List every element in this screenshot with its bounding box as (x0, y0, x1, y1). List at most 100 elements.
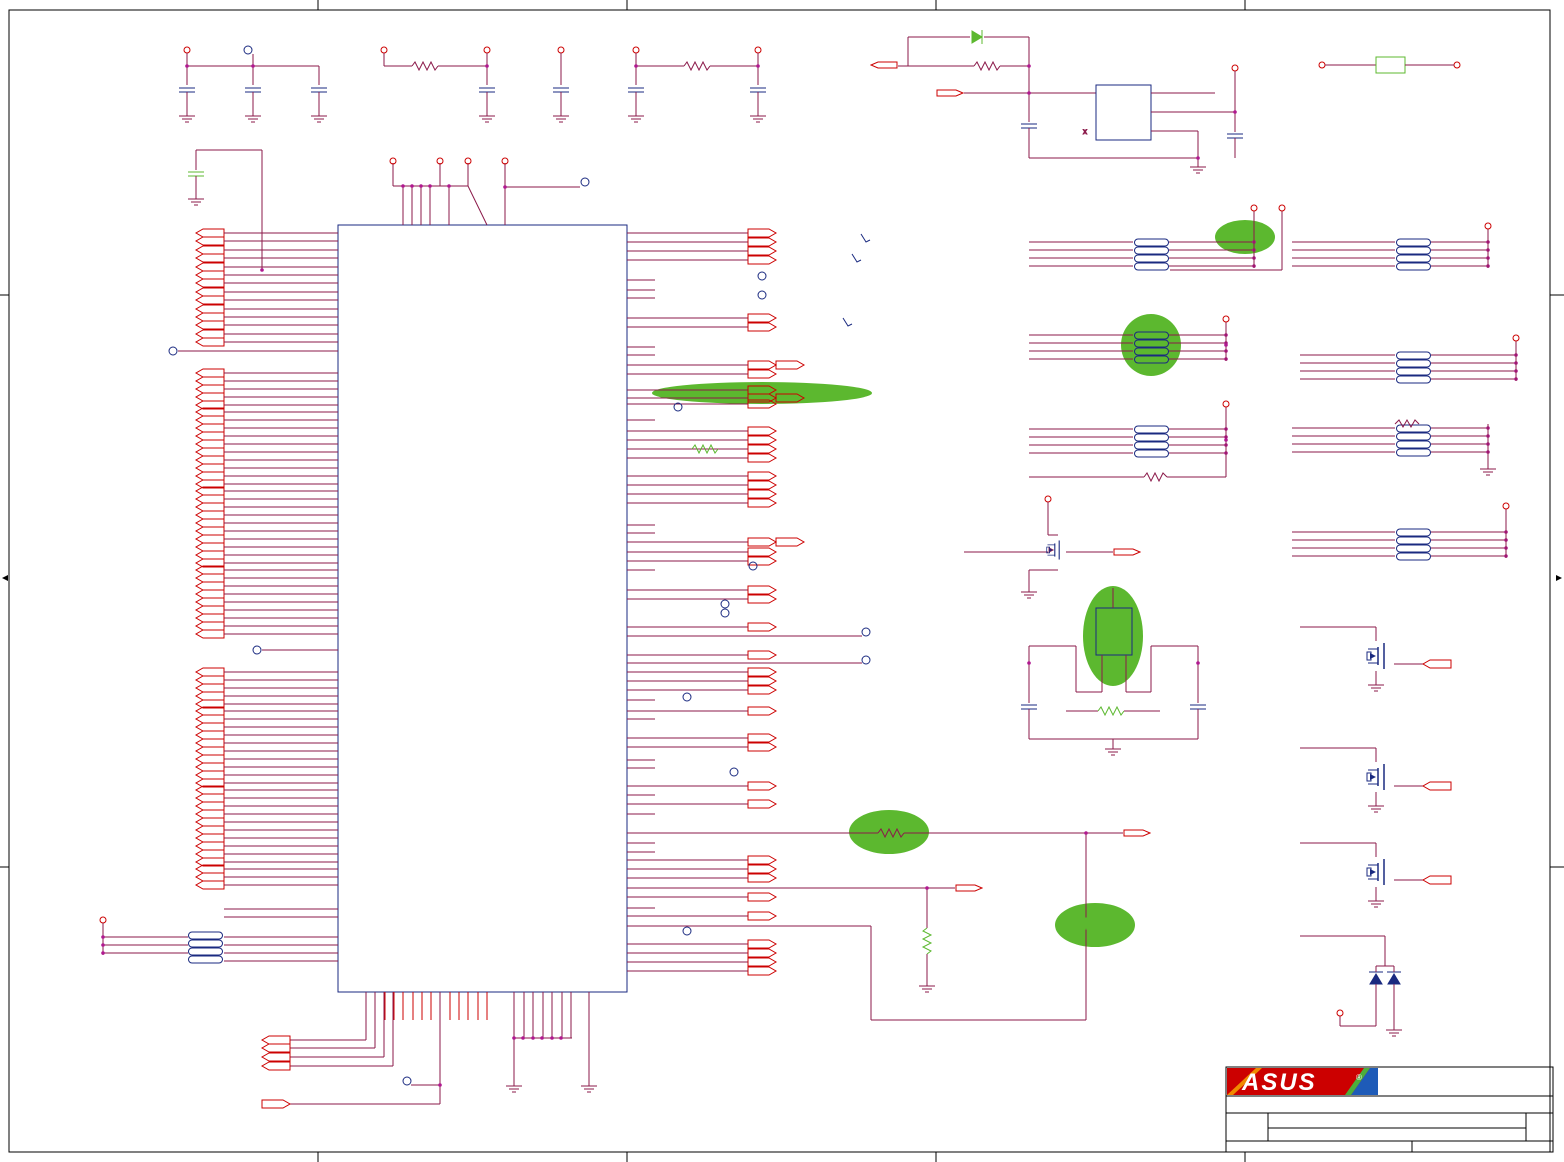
left-signal-bus (178, 228, 338, 890)
highlight-marker (1215, 220, 1275, 254)
net-port-icon (194, 542, 225, 552)
net-port-icon (194, 526, 225, 536)
capacitor-icon (1021, 704, 1037, 710)
test-point-icon (729, 767, 739, 777)
capacitor-icon (311, 87, 327, 93)
net-port-icon (775, 537, 806, 547)
ground-icon (1367, 681, 1385, 692)
resistor-icon (683, 60, 711, 72)
net-port-icon (194, 392, 225, 402)
net-port-icon (194, 431, 225, 441)
net-port-icon (1421, 781, 1452, 791)
mosfet-icon (1366, 858, 1385, 886)
ground-icon (505, 1082, 523, 1093)
net-port-icon (194, 447, 225, 457)
capacitor-icon (179, 87, 195, 93)
test-point-icon (757, 290, 767, 300)
capacitor-icon (1227, 133, 1243, 139)
net-port-icon (194, 738, 225, 748)
bottom-left-rpack (99, 908, 338, 964)
test-point-icon (682, 926, 692, 936)
resistor-pack-icon (1395, 528, 1432, 561)
test-point-icon (252, 645, 262, 655)
net-port-icon (194, 691, 225, 701)
mosfet-icon (1366, 763, 1385, 791)
mosfet-icon (1366, 642, 1385, 670)
net-port-icon (747, 676, 778, 686)
brand-logo: ASUS ® (1227, 1068, 1378, 1096)
decoupling-caps-group-1 (178, 45, 328, 123)
net-port-icon (194, 809, 225, 819)
net-port-icon (194, 730, 225, 740)
net-port-icon (747, 622, 778, 632)
capacitor-icon (1021, 123, 1037, 129)
net-port-icon (194, 841, 225, 851)
resistor-icon (1375, 56, 1406, 74)
resistor-icon (1097, 705, 1125, 717)
net-port-icon (747, 480, 778, 490)
resistor-pack-icon (1395, 351, 1432, 384)
net-port-icon (194, 415, 225, 425)
net-port-icon (747, 489, 778, 499)
net-port-icon (194, 423, 225, 433)
test-point-icon (748, 561, 758, 571)
net-port-icon (260, 1043, 291, 1053)
top-right-resistor (1318, 56, 1461, 74)
net-port-icon (747, 444, 778, 454)
net-port-icon (194, 518, 225, 528)
net-port-icon (194, 320, 225, 330)
ic-power-pins (389, 157, 590, 226)
diode-icon (1369, 971, 1383, 985)
net-port-icon (194, 621, 225, 631)
net-port-icon (194, 833, 225, 843)
net-port-icon (194, 312, 225, 322)
net-port-icon (194, 754, 225, 764)
test-point-icon (682, 692, 692, 702)
net-port-icon (747, 453, 778, 463)
ground-icon (1479, 465, 1497, 476)
net-port-icon (194, 675, 225, 685)
net-port-icon (747, 369, 778, 379)
resistor-pack-array (1029, 204, 1520, 561)
net-port-icon (194, 793, 225, 803)
net-port-icon (194, 722, 225, 732)
net-port-icon (747, 471, 778, 481)
test-point-icon (168, 346, 178, 356)
net-port-icon (747, 360, 778, 370)
net-port-icon (747, 585, 778, 595)
net-port-icon (747, 313, 778, 323)
ground-icon (1367, 897, 1385, 908)
net-port-icon (194, 746, 225, 756)
ground-icon (580, 1082, 598, 1093)
net-port-icon (775, 360, 806, 370)
right-signal-bus (627, 228, 806, 976)
net-port-icon (194, 817, 225, 827)
net-port-icon (747, 556, 778, 566)
diode-icon (1387, 971, 1401, 985)
net-port-icon (1421, 659, 1452, 669)
net-port-icon (194, 337, 225, 347)
net-port-icon (194, 384, 225, 394)
net-port-icon (194, 376, 225, 386)
dual-diode-circuit (1300, 935, 1403, 1037)
net-port-icon (747, 322, 778, 332)
net-port-icon (194, 253, 225, 263)
net-port-icon (194, 368, 225, 378)
net-port-icon (747, 246, 778, 256)
diode-icon (971, 30, 983, 44)
net-port-icon (747, 498, 778, 508)
net-port-icon (747, 228, 778, 238)
net-port-icon (747, 706, 778, 716)
net-port-icon (261, 1099, 292, 1109)
ground-icon (1367, 802, 1385, 813)
net-port-icon (194, 329, 225, 339)
schematic-canvas: x ASUS ® (0, 0, 1564, 1162)
resistor-icon (411, 60, 439, 72)
net-port-icon (194, 683, 225, 693)
net-port-icon (194, 872, 225, 882)
net-port-icon (747, 873, 778, 883)
net-port-icon (747, 966, 778, 976)
net-port-icon (747, 957, 778, 967)
highlight-markers (652, 220, 1275, 947)
net-port-icon (194, 494, 225, 504)
